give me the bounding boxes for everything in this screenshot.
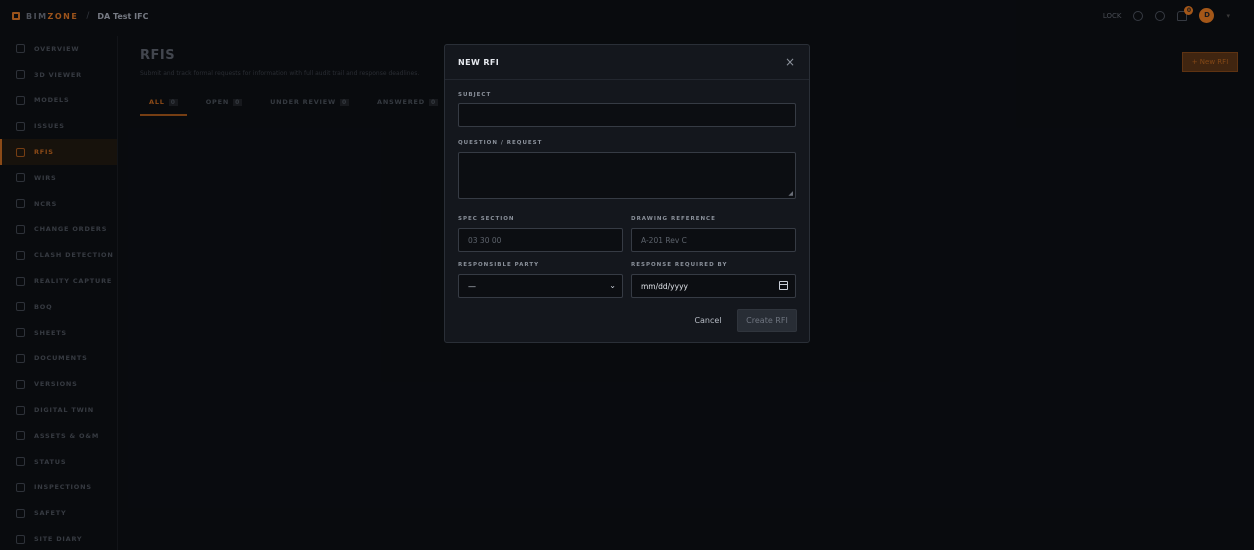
responsible-party-label: RESPONSIBLE PARTY bbox=[458, 262, 540, 268]
question-label: QUESTION / REQUEST bbox=[458, 140, 543, 146]
cancel-button[interactable]: Cancel bbox=[689, 309, 727, 331]
responsible-party-select[interactable]: — ⌄ bbox=[458, 274, 623, 298]
responsible-party-value: — bbox=[468, 281, 476, 291]
spec-section-label: SPEC SECTION bbox=[458, 216, 515, 222]
chevron-down-icon: ⌄ bbox=[609, 281, 616, 290]
drawing-reference-placeholder: A-201 Rev C bbox=[641, 235, 687, 245]
resize-handle-icon[interactable]: ◢ bbox=[788, 190, 793, 197]
modal-title: NEW RFI bbox=[458, 57, 500, 67]
close-icon[interactable]: × bbox=[785, 56, 795, 68]
spec-section-placeholder: 03 30 00 bbox=[468, 235, 502, 245]
response-required-label: RESPONSE REQUIRED BY bbox=[631, 262, 728, 268]
new-rfi-modal: NEW RFI × SUBJECT QUESTION / REQUEST ◢ S… bbox=[444, 44, 810, 343]
spec-section-input[interactable]: 03 30 00 bbox=[458, 228, 623, 252]
modal-header: NEW RFI × bbox=[445, 45, 809, 80]
create-rfi-button[interactable]: Create RFI bbox=[737, 309, 797, 332]
subject-label: SUBJECT bbox=[458, 92, 492, 98]
question-textarea[interactable]: ◢ bbox=[458, 152, 796, 199]
drawing-reference-label: DRAWING REFERENCE bbox=[631, 216, 716, 222]
calendar-icon[interactable] bbox=[779, 281, 788, 290]
subject-input[interactable] bbox=[458, 103, 796, 127]
drawing-reference-input[interactable]: A-201 Rev C bbox=[631, 228, 796, 252]
response-date-input[interactable]: mm/dd/yyyy bbox=[631, 274, 796, 298]
response-date-value: mm/dd/yyyy bbox=[641, 281, 688, 291]
